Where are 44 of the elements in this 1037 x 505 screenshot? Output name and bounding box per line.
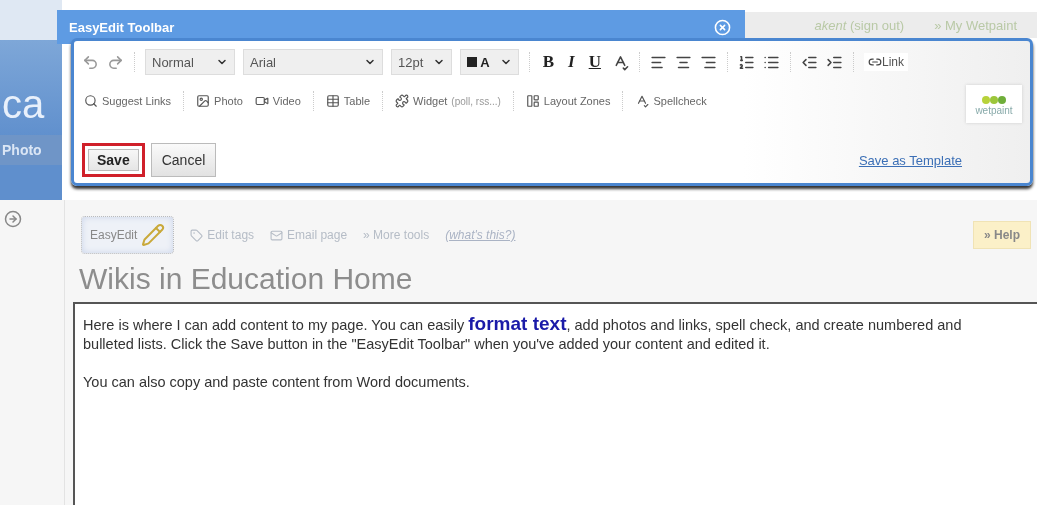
suggest-links-button[interactable]: Suggest Links [82,94,174,108]
editor-paragraph: You can also copy and paste content from Word documents. [83,373,471,392]
close-icon[interactable] [714,18,731,36]
chain-icon [867,55,882,69]
cancel-button[interactable]: Cancel [150,143,217,177]
style-select[interactable]: Normal [145,49,235,75]
table-icon [325,94,340,108]
table-button[interactable]: Table [323,94,373,108]
content-editor[interactable] [73,302,1037,505]
widget-button[interactable]: Widget (poll, rss...) [393,94,503,108]
site-logo: ca [1,82,46,127]
envelope-icon [270,228,284,242]
text-color-select[interactable]: A [460,49,519,75]
layout-icon [525,94,540,108]
arrow-circle-icon [4,210,22,228]
numbered-list-icon[interactable] [737,53,755,71]
editor-paragraph: Here is where I can add content to my page. You can easily format text, add photos and links, spell check, and create numbered and bulleted lists. Click the Save button in the "EasyEdit Toolbar" when you've added your content and edited it. [83,314,963,354]
toolbar-title: EasyEdit Toolbar [69,19,175,35]
spellcheck-button[interactable]: Spellcheck [633,94,709,108]
image-icon [196,94,211,108]
italic-button[interactable]: I [565,52,578,72]
bold-button[interactable]: B [539,52,558,72]
link-button[interactable]: Link [863,53,908,71]
search-icon [84,94,98,108]
puzzle-icon [395,94,410,108]
pencil-icon [141,223,166,247]
font-select[interactable]: Arial [243,49,383,75]
spellcheck-icon [635,94,650,108]
layout-zones-button[interactable]: Layout Zones [523,94,613,108]
save-button[interactable]: Save [82,143,145,177]
size-select[interactable]: 12pt [391,49,453,75]
undo-icon[interactable] [82,53,99,71]
page-title: Wikis in Education Home [79,262,414,296]
underline-button[interactable]: U [585,52,604,72]
video-button[interactable]: Video [252,94,303,108]
video-camera-icon [254,94,269,108]
brand-name: wetpaint [975,104,1013,116]
help-button[interactable]: » Help [973,221,1031,249]
color-swatch [467,57,478,67]
easyedit-button[interactable]: EasyEdit [81,216,175,254]
redo-icon[interactable] [107,53,124,71]
save-as-template-link[interactable]: Save as Template [858,152,962,168]
photo-button[interactable]: Photo [194,94,245,108]
tag-icon [190,228,204,242]
